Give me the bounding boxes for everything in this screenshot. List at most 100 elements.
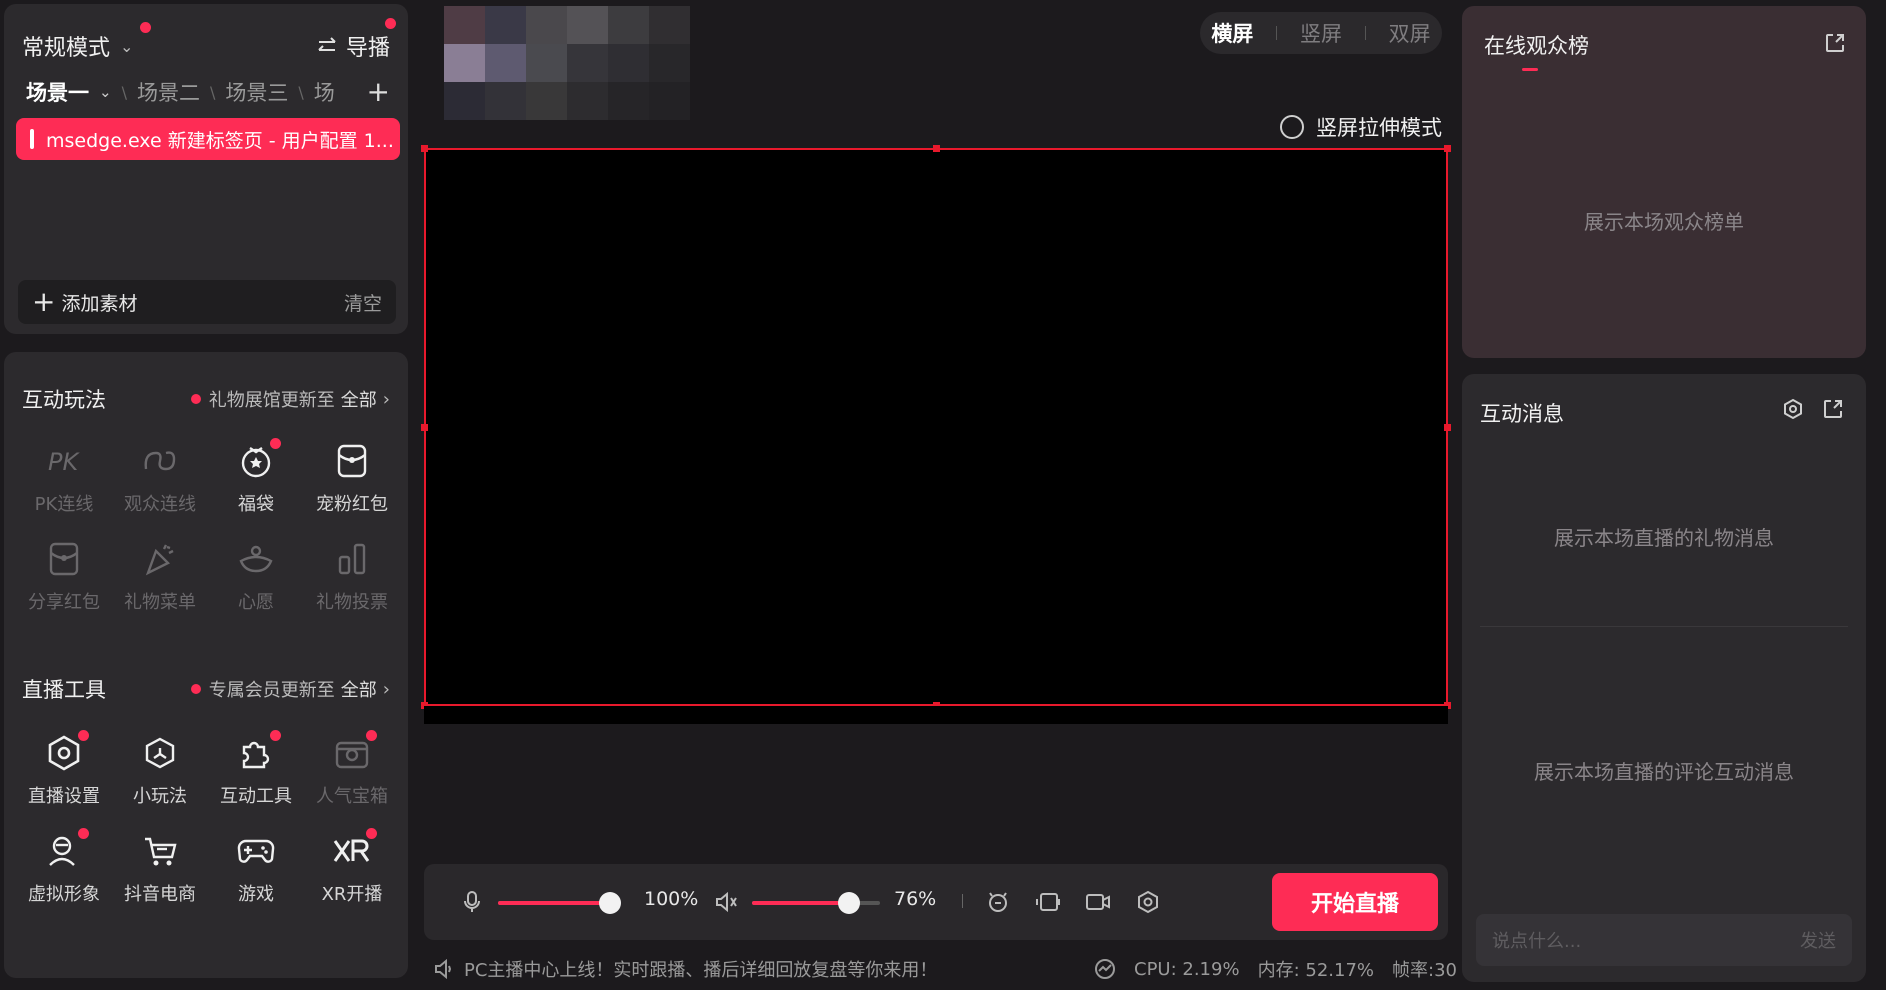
grid-item-lucky-bag[interactable]: 福袋 <box>208 438 304 516</box>
tab-scene-1[interactable]: 场景一 <box>26 77 89 107</box>
notification-dot <box>366 730 377 741</box>
mic-volume-slider[interactable] <box>498 892 621 914</box>
stretch-mode-toggle[interactable]: 竖屏拉伸模式 <box>1280 112 1442 142</box>
grid-item-share-red-packet[interactable]: 分享红包 <box>16 538 112 614</box>
preview-letterbox <box>424 706 1448 724</box>
add-material-button[interactable]: + 添加素材 <box>32 288 137 316</box>
interactive-title: 互动玩法 <box>22 388 106 412</box>
audience-rank-panel: 在线观众榜 展示本场观众榜单 <box>1462 6 1866 358</box>
resize-handle[interactable] <box>421 145 428 152</box>
grid-item-avatar[interactable]: 虚拟形象 <box>16 828 112 906</box>
mic-volume-fill <box>498 901 610 905</box>
tab-separator: \ <box>121 82 127 102</box>
live-tools-header: 直播工具 专属会员更新至 全部 › <box>22 672 390 706</box>
grid-label: PK连线 <box>34 494 94 515</box>
popout-icon[interactable] <box>1822 398 1844 420</box>
resize-handle[interactable] <box>933 145 940 152</box>
tab-scene-3[interactable]: 场景三 <box>225 77 288 107</box>
cpu-usage: CPU: 2.19% <box>1134 958 1240 980</box>
speaker-volume-slider[interactable] <box>752 892 880 914</box>
interactive-all-link[interactable]: 礼物展馆更新至 全部 › <box>190 386 390 412</box>
performance-stats: CPU: 2.19% 内存: 52.17% 帧率:30 <box>1094 956 1457 982</box>
all-label: 全部 <box>340 390 377 411</box>
grid-item-fan-red-packet[interactable]: 宠粉红包 <box>304 440 400 516</box>
camera-icon[interactable] <box>1084 888 1112 916</box>
memory-usage: 内存: 52.17% <box>1257 960 1374 981</box>
start-live-button[interactable]: 开始直播 <box>1272 873 1438 931</box>
grid-item-game[interactable]: 游戏 <box>208 830 304 906</box>
speaker-volume-fill <box>752 901 850 905</box>
notice-text: PC主播中心上线！实时跟播、播后详细回放复盘等你来用！ <box>464 960 938 981</box>
grid-item-live-settings[interactable]: 直播设置 <box>16 730 112 808</box>
resize-handle[interactable] <box>1444 145 1451 152</box>
popularity-box-icon <box>331 730 377 774</box>
send-button[interactable]: 发送 <box>1800 927 1836 953</box>
grid-item-audience-link[interactable]: 观众连线 <box>112 440 208 516</box>
resize-handle[interactable] <box>421 424 428 431</box>
performance-icon <box>1095 959 1115 979</box>
pk-icon: PK <box>43 440 85 482</box>
grid-item-xr[interactable]: XR开播 <box>304 828 400 906</box>
clear-button[interactable]: 清空 <box>344 289 382 316</box>
tab-scene-2[interactable]: 场景二 <box>137 77 200 107</box>
status-notice[interactable]: PC主播中心上线！实时跟播、播后详细回放复盘等你来用！ <box>434 956 937 982</box>
tab-landscape[interactable]: 横屏 <box>1211 18 1253 48</box>
audience-link-icon <box>139 440 181 482</box>
chat-input[interactable]: 说点什么... 发送 <box>1476 914 1852 966</box>
grid-label: 礼物投票 <box>316 592 388 613</box>
preview-canvas[interactable] <box>421 145 1451 709</box>
director-button[interactable]: 导播 <box>316 18 396 62</box>
microphone-icon[interactable] <box>458 888 486 916</box>
grid-item-interactive-tool[interactable]: 互动工具 <box>208 730 304 808</box>
notification-dot <box>385 18 396 29</box>
source-item[interactable]: msedge.exe 新建标签页 - 用户配置 1... <box>16 118 400 160</box>
grid-item-popularity-box[interactable]: 人气宝箱 <box>304 730 400 808</box>
grid-item-shop[interactable]: 抖音电商 <box>112 830 208 906</box>
mic-volume-knob[interactable] <box>599 892 621 914</box>
notification-dot <box>190 394 201 404</box>
radio-button[interactable] <box>1280 115 1304 139</box>
lucky-bag-icon <box>235 438 281 482</box>
live-tools-all-link[interactable]: 专属会员更新至 全部 › <box>190 676 390 702</box>
add-material-label: 添加素材 <box>61 292 138 315</box>
settings-icon[interactable] <box>1782 398 1804 420</box>
grid-label: 礼物菜单 <box>124 592 196 613</box>
grid-item-gift-menu[interactable]: 礼物菜单 <box>112 538 208 614</box>
gift-menu-icon <box>139 538 181 580</box>
notification-dot <box>78 828 89 839</box>
popout-icon[interactable] <box>1824 32 1846 54</box>
xr-icon <box>331 828 377 872</box>
mode-label: 常规模式 <box>22 36 111 61</box>
tab-scene-4[interactable]: 场 <box>314 77 335 107</box>
svg-text:PK: PK <box>48 448 80 476</box>
grid-item-wish[interactable]: 心愿 <box>208 538 304 614</box>
rank-title: 在线观众榜 <box>1484 34 1589 58</box>
grid-label: 游戏 <box>238 884 274 905</box>
notification-dot <box>366 828 377 839</box>
chat-placeholder: 说点什么... <box>1492 931 1582 952</box>
interactive-grid: PK PK连线 观众连线 福袋 宠粉红包 分享红包 礼物菜单 心愿 礼物投票 <box>16 438 400 614</box>
tab-dual[interactable]: 双屏 <box>1389 18 1431 48</box>
tab-portrait[interactable]: 竖屏 <box>1300 18 1342 48</box>
live-tools-grid: 直播设置 小玩法 互动工具 人气宝箱 虚拟形象 抖音电商 游戏 XR开播 <box>16 730 400 906</box>
add-scene-icon[interactable]: + <box>367 78 390 106</box>
screen-record-icon[interactable] <box>1034 888 1062 916</box>
mode-selector[interactable]: 常规模式 ⌄ <box>22 22 151 62</box>
settings-icon[interactable] <box>1134 888 1162 916</box>
divider <box>1276 26 1278 40</box>
speaker-mute-icon[interactable] <box>712 888 740 916</box>
tools-panel: 互动玩法 礼物展馆更新至 全部 › PK PK连线 观众连线 福袋 宠粉红包 分… <box>4 352 408 978</box>
grid-item-pk[interactable]: PK PK连线 <box>16 440 112 516</box>
grid-item-gift-vote[interactable]: 礼物投票 <box>304 538 400 614</box>
gift-vote-icon <box>331 538 373 580</box>
beauty-icon[interactable] <box>984 888 1012 916</box>
speaker-volume-knob[interactable] <box>838 892 861 914</box>
mini-game-icon <box>139 732 181 774</box>
frame-rate: 帧率:30 <box>1392 960 1457 981</box>
grid-item-mini-game[interactable]: 小玩法 <box>112 732 208 808</box>
tab-separator: \ <box>298 82 304 102</box>
chevron-down-icon[interactable]: ⌄ <box>99 83 112 101</box>
chevron-right-icon: › <box>382 678 390 700</box>
grid-label: 分享红包 <box>28 592 100 613</box>
resize-handle[interactable] <box>1444 424 1451 431</box>
